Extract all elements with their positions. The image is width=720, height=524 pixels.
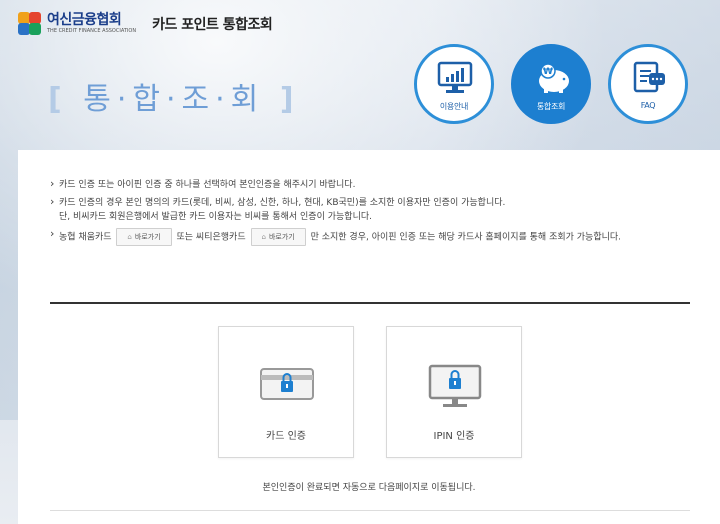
notice-item: 카드 인증의 경우 본인 명의의 카드(롯데, 비씨, 삼성, 신한, 하나, … — [50, 195, 690, 224]
notice-text: 단, 비씨카드 회원은행에서 발급한 카드 이용자는 비씨를 통해서 인증이 가… — [59, 212, 372, 222]
notice-item: 농협 채움카드 ⌂바로가기 또는 씨티은행카드 ⌂바로가기 만 소지한 경우, … — [50, 227, 690, 246]
logo[interactable]: 여신금융협회 THE CREDIT FINANCE ASSOCIATION — [47, 13, 136, 35]
home-icon: ⌂ — [127, 233, 132, 241]
org-name: 여신금융협회 — [47, 12, 122, 28]
monitor-lock-icon — [428, 364, 482, 407]
page-title: [ 통·합·조·회 ] — [48, 74, 300, 118]
main-nav: 이용안내 ₩ 통합조회 FAQ — [414, 44, 705, 124]
nav-usage-guide[interactable]: 이용안내 — [414, 44, 494, 124]
notice-list: 카드 인증 또는 아이핀 인증 중 하나를 선택하여 본인인증을 해주시기 바랍… — [50, 177, 690, 250]
page-title-text: 통·합·조·회 — [83, 82, 265, 117]
notice-item: 카드 인증 또는 아이핀 인증 중 하나를 선택하여 본인인증을 해주시기 바랍… — [50, 177, 690, 192]
divider — [50, 510, 690, 511]
service-title: 카드 포인트 통합조회 — [152, 17, 273, 33]
content-panel: 카드 인증 또는 아이핀 인증 중 하나를 선택하여 본인인증을 해주시기 바랍… — [18, 150, 720, 524]
ipin-auth-button[interactable]: IPIN 인증 — [386, 326, 522, 458]
nav-label: FAQ — [640, 101, 656, 110]
card-auth-label: 카드 인증 — [266, 431, 306, 442]
card-auth-button[interactable]: 카드 인증 — [218, 326, 354, 458]
shortcut-label: 바로가기 — [268, 233, 295, 241]
nav-faq[interactable]: FAQ — [608, 44, 688, 124]
nh-card-shortcut-button[interactable]: ⌂ 바로가기 — [116, 228, 172, 246]
notice-text: 카드 인증의 경우 본인 명의의 카드(롯데, 비씨, 삼성, 신한, 하나, … — [59, 198, 506, 208]
notice-text: 카드 인증 또는 아이핀 인증 중 하나를 선택하여 본인인증을 해주시기 바랍… — [59, 180, 356, 190]
nav-integrated-inquiry[interactable]: ₩ 통합조회 — [511, 44, 591, 124]
title-bracket-left: [ — [48, 82, 68, 117]
org-eng-name: THE CREDIT FINANCE ASSOCIATION — [47, 28, 137, 34]
nav-label: 통합조회 — [536, 102, 566, 111]
piggy-bank-won-icon: ₩ — [539, 63, 569, 93]
auth-options: 카드 인증 IPIN 인증 — [218, 326, 554, 458]
title-bracket-right: ] — [279, 82, 300, 117]
divider — [50, 302, 690, 304]
nav-label: 이용안내 — [439, 102, 469, 111]
card-lock-icon — [260, 368, 314, 400]
shortcut-label: 바로가기 — [134, 233, 161, 241]
document-chat-icon — [633, 61, 665, 93]
notice-text: 농협 채움카드 — [59, 232, 112, 243]
auth-complete-message: 본인인증이 완료되면 자동으로 다음페이지로 이동됩니다. — [262, 483, 476, 493]
ipin-auth-label: IPIN 인증 — [433, 431, 475, 442]
notice-text: 만 소지한 경우, 아이핀 인증 또는 해당 카드사 홈페이지를 통해 조회가 … — [310, 232, 622, 243]
notice-text: 또는 씨티은행카드 — [176, 232, 246, 243]
header: 여신금융협회 THE CREDIT FINANCE ASSOCIATION 카드… — [0, 0, 720, 48]
citi-card-shortcut-button[interactable]: ⌂ 바로가기 — [250, 228, 306, 246]
monitor-chart-icon — [437, 61, 473, 93]
logo-icon[interactable] — [18, 12, 42, 36]
svg-text:₩: ₩ — [543, 67, 553, 77]
home-icon: ⌂ — [261, 233, 266, 241]
